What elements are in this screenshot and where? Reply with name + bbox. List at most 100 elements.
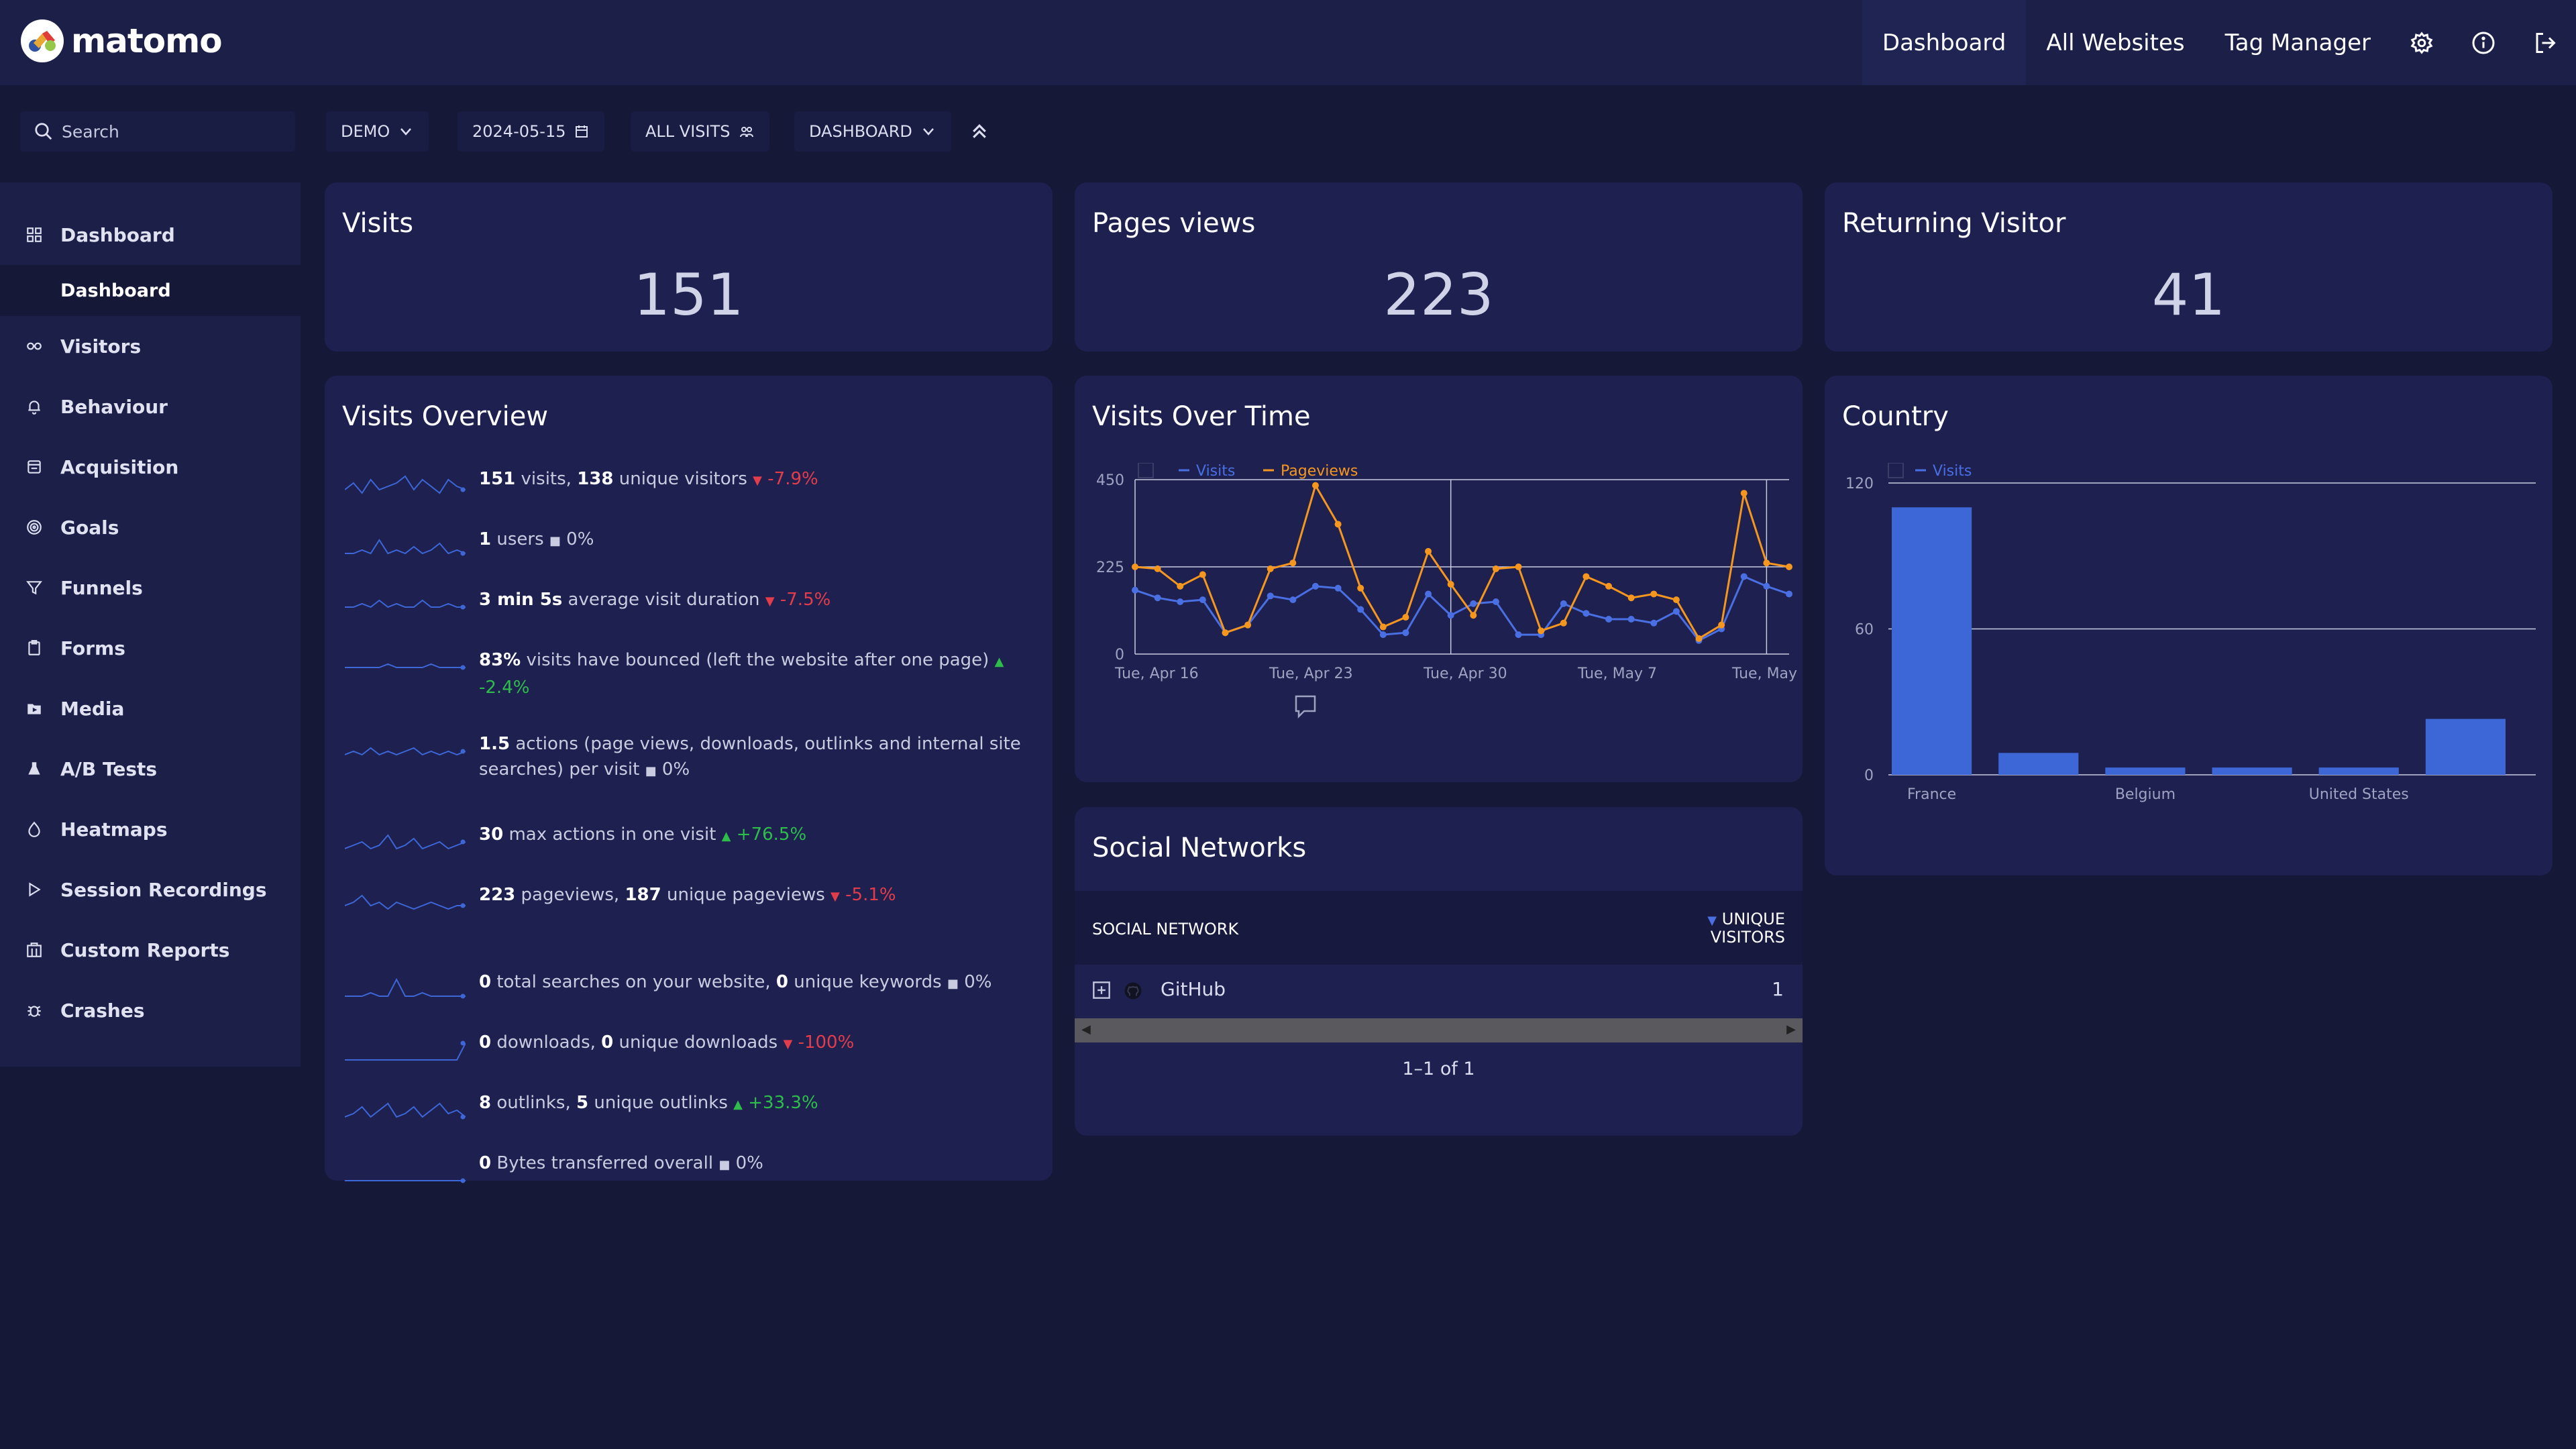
column-header-unique-visitors[interactable]: ▼ UNIQUE VISITORS [1707,911,1785,945]
series-point-pageviews [1740,490,1748,497]
series-point-pageviews [1154,565,1161,572]
table-row[interactable]: GitHub 1 [1075,965,1803,1016]
sidebar-item-heatmaps[interactable]: Heatmaps [0,799,301,859]
metric-change: -7.9% [767,469,818,489]
metric-label: visits, [515,469,578,489]
scroll-left-icon[interactable]: ◀ [1081,1022,1091,1036]
metric-change: 0% [735,1153,763,1173]
country-bar [2212,767,2292,775]
settings-button[interactable] [2391,0,2453,85]
series-point-pageviews [1334,521,1342,528]
nav-all-websites[interactable]: All Websites [2026,0,2204,85]
site-selector[interactable]: DEMO [326,111,429,152]
sidebar-item-ab-tests[interactable]: A/B Tests [0,739,301,799]
sparkline[interactable] [345,647,466,681]
sidebar-item-label: Custom Reports [60,938,230,961]
series-point-pageviews [1199,571,1206,578]
metric-label: pageviews, [515,885,625,905]
top-navigation: Dashboard All Websites Tag Manager [1862,0,2576,85]
column-header-social-network[interactable]: SOCIAL NETWORK [1092,920,1238,938]
sidebar-item-acquisition[interactable]: Acquisition [0,437,301,497]
metric-value: 0 [479,972,492,992]
series-point-pageviews [1695,635,1703,642]
metric-label: total searches on your website, [491,972,776,992]
logout-button[interactable] [2514,0,2576,85]
sidebar-item-visitors[interactable]: Visitors [0,316,301,376]
trend-down-icon: ▼ [765,594,775,608]
metric-value: 8 [479,1093,492,1113]
trend-flat-icon: ■ [718,1158,731,1172]
sparkline[interactable] [345,527,466,560]
y-tick-label: 225 [1096,559,1124,576]
series-point-visits [1560,600,1567,607]
sparkline[interactable] [345,466,466,500]
visits-kpi-card: Visits 151 [325,182,1053,352]
sidebar-item-funnels[interactable]: Funnels [0,557,301,618]
sparkline[interactable] [345,587,466,621]
sidebar-item-behaviour[interactable]: Behaviour [0,376,301,437]
series-point-visits [1582,610,1590,617]
sidebar-item-media[interactable]: Media [0,678,301,739]
sparkline[interactable] [345,882,466,916]
sparkline[interactable] [345,969,466,1003]
metric-value: 3 min 5s [479,590,563,610]
search-input[interactable] [62,121,283,142]
sidebar-item-session-recordings[interactable]: Session Recordings [0,859,301,920]
legend-label: Pageviews [1281,463,1358,480]
x-tick-label: Tue, Apr 23 [1269,665,1353,682]
series-point-pageviews [1402,614,1409,621]
sidebar-item-dashboard[interactable]: Dashboard [0,205,301,265]
y-tick-label: 450 [1096,472,1124,489]
sidebar-item-forms[interactable]: Forms [0,618,301,678]
horizontal-scrollbar[interactable]: ◀ ▶ [1075,1018,1803,1042]
series-point-pageviews [1560,619,1567,627]
series-point-visits [1357,606,1364,613]
sparkline[interactable] [345,1090,466,1124]
table-header: SOCIAL NETWORK ▼ UNIQUE VISITORS [1075,891,1803,965]
series-point-pageviews [1672,596,1680,604]
expand-row-icon[interactable] [1092,981,1111,1000]
country-card: Country 0 60 120 Visits France Belgium United … [1825,376,2553,875]
metric-label: users [491,529,544,549]
card-title: Country [1842,401,1949,432]
metric-change: 0% [566,529,594,549]
help-button[interactable] [2453,0,2514,85]
matomo-logo[interactable]: matomo [20,19,223,63]
dashboard-selector[interactable]: DASHBOARD [794,111,951,152]
metric-label: average visit duration [562,590,760,610]
annotation-icon[interactable] [1295,695,1316,719]
y-tick-label: 60 [1855,622,1874,639]
sidebar-item-crashes[interactable]: Crashes [0,980,301,1040]
date-selector[interactable]: 2024-05-15 [458,111,605,152]
social-networks-card: Social Networks SOCIAL NETWORK ▼ UNIQUE … [1075,807,1803,1136]
toolbar: DEMO 2024-05-15 ALL VISITS DASHBOARD [0,101,2576,161]
sidebar-item-custom-reports[interactable]: Custom Reports [0,920,301,980]
gear-icon [2410,31,2433,54]
metric-label-2: unique visitors [613,469,747,489]
clipboard-icon [28,640,40,655]
metric-label: outlinks, [491,1093,576,1113]
series-point-visits [1492,598,1499,605]
sparkline[interactable] [345,822,466,855]
metric-value: 0 [479,1032,492,1053]
sidebar-item-label: Goals [60,516,119,539]
visits-value: 151 [633,262,744,329]
sidebar-item-goals[interactable]: Goals [0,497,301,557]
nav-tag-manager[interactable]: Tag Manager [2205,0,2391,85]
trend-flat-icon: ■ [549,534,561,548]
sidebar-subitem-dashboard[interactable]: Dashboard [0,265,301,316]
sparkline[interactable] [345,731,466,765]
collapse-toolbar-button[interactable] [966,117,993,146]
scroll-right-icon[interactable]: ▶ [1786,1022,1796,1036]
overview-metric-text: 1 users ■ 0% [479,527,1036,554]
info-icon [2472,32,2495,54]
nav-dashboard[interactable]: Dashboard [1862,0,2027,85]
trend-flat-icon: ■ [645,764,657,778]
sparkline[interactable] [345,1150,466,1184]
reports-icon [27,943,42,957]
y-tick-label: 0 [1115,647,1124,663]
overview-metric-text: 0 downloads, 0 unique downloads ▼ -100% [479,1030,1036,1057]
segment-selector[interactable]: ALL VISITS [631,111,769,152]
sparkline[interactable] [345,1030,466,1063]
sidebar-item-label: Heatmaps [60,818,168,841]
